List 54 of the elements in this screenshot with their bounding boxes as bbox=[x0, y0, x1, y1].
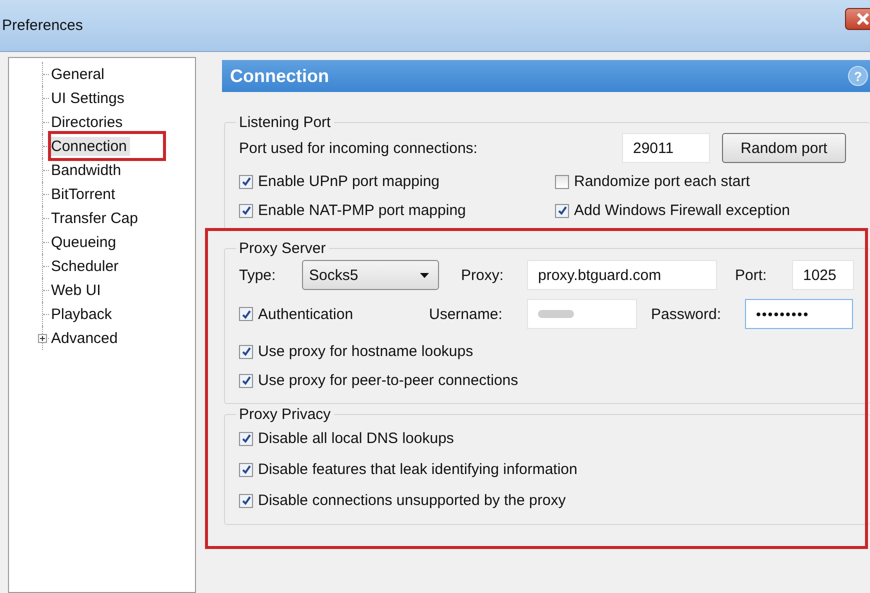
checkbox-label: Use proxy for hostname lookups bbox=[258, 343, 474, 360]
close-button[interactable] bbox=[845, 8, 870, 30]
group-title: Proxy Privacy bbox=[238, 406, 332, 423]
window-title: Preferences bbox=[2, 17, 83, 34]
field-label: Port: bbox=[735, 266, 768, 284]
field-label: Proxy: bbox=[461, 266, 505, 284]
tree-item[interactable]: Scheduler bbox=[48, 256, 122, 276]
checkbox-label: Use proxy for peer-to-peer connections bbox=[258, 372, 518, 389]
checkbox-label: Enable NAT-PMP port mapping bbox=[258, 202, 466, 219]
tree-item[interactable]: Connection bbox=[48, 136, 130, 156]
checkbox-label: Randomize port each start bbox=[574, 173, 750, 190]
tree-item[interactable]: Transfer Cap bbox=[48, 208, 141, 228]
close-icon bbox=[856, 13, 870, 25]
port-field[interactable]: 1025 bbox=[792, 260, 854, 290]
checkbox-label: Disable connections unsupported by the proxy bbox=[258, 492, 566, 509]
proxy-field[interactable]: proxy.btguard.com bbox=[527, 260, 717, 290]
checkbox[interactable] bbox=[555, 204, 569, 218]
checkbox[interactable] bbox=[239, 307, 253, 321]
random-port-button[interactable]: Random port bbox=[722, 133, 846, 163]
tree-item[interactable]: Web UI bbox=[48, 280, 104, 300]
port-field[interactable]: 29011 bbox=[622, 133, 710, 163]
proxy-type-dropdown[interactable]: Socks5 bbox=[302, 260, 439, 290]
tree-item[interactable]: UI Settings bbox=[48, 88, 128, 108]
tree-item[interactable]: Queueing bbox=[48, 232, 120, 252]
checkbox[interactable] bbox=[239, 344, 253, 358]
tree-item[interactable]: Directories bbox=[48, 112, 126, 132]
username-field[interactable] bbox=[527, 299, 637, 329]
checkbox-label: Add Windows Firewall exception bbox=[574, 202, 790, 219]
tree-item[interactable]: Bandwidth bbox=[48, 160, 124, 180]
checkbox[interactable] bbox=[239, 174, 253, 188]
checkbox[interactable] bbox=[239, 432, 253, 446]
tree-item[interactable]: Playback bbox=[48, 304, 115, 324]
checkbox[interactable] bbox=[239, 204, 253, 218]
checkbox[interactable] bbox=[555, 174, 569, 188]
group-title: Listening Port bbox=[238, 114, 332, 131]
tree-item[interactable]: General bbox=[48, 64, 108, 84]
checkbox[interactable] bbox=[239, 374, 253, 388]
expand-icon[interactable] bbox=[38, 334, 47, 343]
checkbox-label: Authentication bbox=[258, 306, 354, 322]
tree-item[interactable]: BitTorrent bbox=[48, 184, 118, 204]
password-field[interactable]: ••••••••• bbox=[745, 299, 853, 329]
section-title: Connection bbox=[230, 66, 329, 86]
field-label: Password: bbox=[651, 306, 722, 322]
dropdown-arrow-icon bbox=[420, 272, 429, 278]
checkbox-label: Disable features that leak identifying information bbox=[258, 461, 578, 478]
tree-item[interactable]: Advanced bbox=[48, 328, 121, 348]
field-label: Type: bbox=[239, 266, 277, 284]
checkbox-label: Disable all local DNS lookups bbox=[258, 430, 454, 447]
blurred-text-icon bbox=[538, 309, 574, 319]
field-label: Username: bbox=[429, 306, 504, 322]
checkbox[interactable] bbox=[239, 462, 253, 476]
checkbox-label: Enable UPnP port mapping bbox=[258, 173, 440, 190]
checkbox[interactable] bbox=[239, 494, 253, 508]
field-label: Port used for incoming connections: bbox=[239, 140, 478, 156]
